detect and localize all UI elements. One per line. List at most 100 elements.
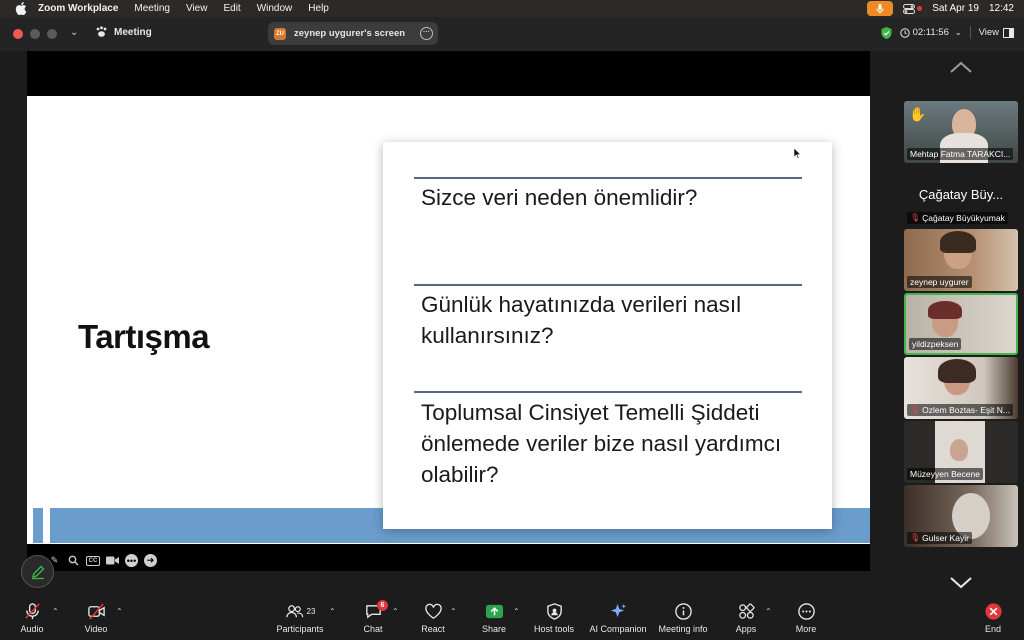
participant-name: Müzeyyen Becene xyxy=(907,468,983,480)
menubar-date[interactable]: Sat Apr 19 xyxy=(932,3,979,14)
more-options-icon[interactable]: ··· xyxy=(420,27,433,40)
chat-unread-badge: 6 xyxy=(377,600,388,611)
participant-tile[interactable]: zeynep uygurer xyxy=(904,229,1018,291)
video-button[interactable]: Video xyxy=(60,599,132,634)
ai-companion-button[interactable]: AI Companion xyxy=(582,599,654,634)
audio-label: Audio xyxy=(20,624,44,634)
end-meeting-button[interactable]: End xyxy=(957,599,1024,634)
apps-icon xyxy=(738,603,755,619)
scroll-up-chevron-icon[interactable] xyxy=(949,60,973,74)
menu-edit[interactable]: Edit xyxy=(223,3,240,14)
share-label: Share xyxy=(481,624,507,634)
question-1: Sizce veri neden önemlidir? xyxy=(421,185,698,210)
participant-tile[interactable]: Çağatay Büy... 🎙 Çağatay Büyükyumak xyxy=(904,165,1018,227)
timer-value: 02:11:56 xyxy=(912,27,949,38)
meeting-label: Meeting xyxy=(114,26,152,38)
raised-hand-icon: ✋ xyxy=(909,106,927,122)
chat-label: Chat xyxy=(363,624,383,634)
divider-line xyxy=(414,177,802,179)
chevron-down-icon[interactable]: ⌄ xyxy=(70,27,78,38)
camera-icon[interactable] xyxy=(106,554,119,567)
participant-face xyxy=(950,439,968,461)
recording-dot-icon xyxy=(917,6,923,11)
divider-line xyxy=(414,391,802,393)
participant-tile[interactable]: 🎙 Ozlem Boztas- Eşit N... xyxy=(904,357,1018,419)
magnifier-icon[interactable] xyxy=(67,554,80,567)
more-button[interactable]: More xyxy=(770,599,842,634)
menu-meeting[interactable]: Meeting xyxy=(134,3,170,14)
menu-view[interactable]: View xyxy=(186,3,208,14)
control-center-icon[interactable] xyxy=(903,3,923,14)
mic-in-use-indicator[interactable] xyxy=(867,1,894,16)
react-options-caret-icon[interactable]: ⌃ xyxy=(450,607,457,616)
meeting-info-button[interactable]: Meeting info xyxy=(647,599,719,634)
menubar-time[interactable]: 12:42 xyxy=(989,3,1014,14)
scroll-down-chevron-icon[interactable] xyxy=(949,575,973,589)
host-tools-label: Host tools xyxy=(533,624,575,634)
closed-captions-icon[interactable]: CC xyxy=(86,555,100,566)
menu-help[interactable]: Help xyxy=(308,3,329,14)
muted-mic-icon: 🎙 xyxy=(910,405,921,414)
menu-app-name[interactable]: Zoom Workplace xyxy=(38,3,118,14)
slide-decor-stripe xyxy=(33,508,43,543)
audio-button[interactable]: Audio xyxy=(0,599,68,634)
participant-tile-active-speaker[interactable]: yildizpeksen xyxy=(904,293,1018,355)
clock-icon xyxy=(899,27,910,38)
minimize-window-button[interactable] xyxy=(30,29,40,39)
view-label: View xyxy=(978,27,999,38)
macos-menubar: Zoom Workplace Meeting View Edit Window … xyxy=(0,0,1024,17)
chevron-down-icon: ⌄ xyxy=(954,28,962,37)
more-label: More xyxy=(795,624,817,634)
participants-count: 23 xyxy=(306,607,316,616)
menu-window[interactable]: Window xyxy=(257,3,293,14)
questions-card: Sizce veri neden önemlidir? Günlük hayat… xyxy=(383,142,832,529)
muted-microphone-icon xyxy=(24,603,40,620)
video-label: Video xyxy=(84,624,108,634)
participant-tile[interactable]: ✋ Mehtap Fatma TARAKCI... xyxy=(904,101,1018,163)
host-tools-button[interactable]: Host tools xyxy=(518,599,590,634)
muted-mic-icon: 🎙 xyxy=(910,213,921,222)
shared-screen-pill[interactable]: ZU zeynep uygurer's screen ··· xyxy=(268,22,438,45)
video-options-caret-icon[interactable]: ⌃ xyxy=(116,607,123,616)
close-window-button[interactable] xyxy=(13,29,23,39)
participant-tile[interactable]: Müzeyyen Becene xyxy=(904,421,1018,483)
meeting-menu[interactable]: Meeting xyxy=(95,26,152,38)
meeting-toolbar: Audio ⌃ Video ⌃ 23 Participants ⌃ Chat 6… xyxy=(0,599,1024,640)
audio-options-caret-icon[interactable]: ⌃ xyxy=(52,607,59,616)
meeting-timer[interactable]: 02:11:56 ⌄ xyxy=(899,27,962,38)
presentation-slide: Tartışma Sizce veri neden önemlidir? Gün… xyxy=(27,96,870,544)
apple-icon[interactable] xyxy=(14,2,28,15)
mouse-cursor-icon xyxy=(794,148,802,159)
heart-icon xyxy=(424,603,442,619)
more-icon xyxy=(797,603,815,620)
meeting-info-label: Meeting info xyxy=(658,624,708,634)
video-off-icon xyxy=(87,603,105,620)
participant-name: yildizpeksen xyxy=(909,338,962,350)
arrow-right-icon[interactable]: ➜ xyxy=(144,554,157,567)
participants-options-caret-icon[interactable]: ⌃ xyxy=(329,607,336,616)
slide-title: Tartışma xyxy=(78,318,210,355)
ai-companion-label: AI Companion xyxy=(589,624,647,634)
react-label: React xyxy=(421,624,445,634)
participant-hair xyxy=(938,359,976,383)
participant-display-name: Çağatay Büy... xyxy=(918,187,1004,202)
annotate-pencil-button[interactable] xyxy=(21,555,54,588)
pencil-icon xyxy=(31,565,44,579)
muted-mic-icon: 🎙 xyxy=(910,533,921,542)
participant-name: Mehtap Fatma TARAKCI... xyxy=(907,148,1014,160)
window-controls xyxy=(13,29,57,39)
view-button[interactable]: View xyxy=(979,27,1014,38)
participants-icon xyxy=(285,605,303,618)
more-dots-icon[interactable]: ••• xyxy=(125,554,138,567)
participant-tile[interactable]: 🎙 Gulser Kayir xyxy=(904,485,1018,547)
participant-name: Gulser Kayir xyxy=(922,533,969,543)
zoom-window-button[interactable] xyxy=(47,29,57,39)
participants-button[interactable]: 23 Participants xyxy=(264,599,336,634)
participant-name: zeynep uygurer xyxy=(907,276,972,288)
sharer-avatar: ZU xyxy=(274,27,286,40)
participants-label: Participants xyxy=(276,624,324,634)
security-shield-icon[interactable] xyxy=(881,26,892,39)
share-screen-icon xyxy=(485,604,503,619)
apps-label: Apps xyxy=(735,624,757,634)
participant-name: Ozlem Boztas- Eşit N... xyxy=(922,405,1011,415)
